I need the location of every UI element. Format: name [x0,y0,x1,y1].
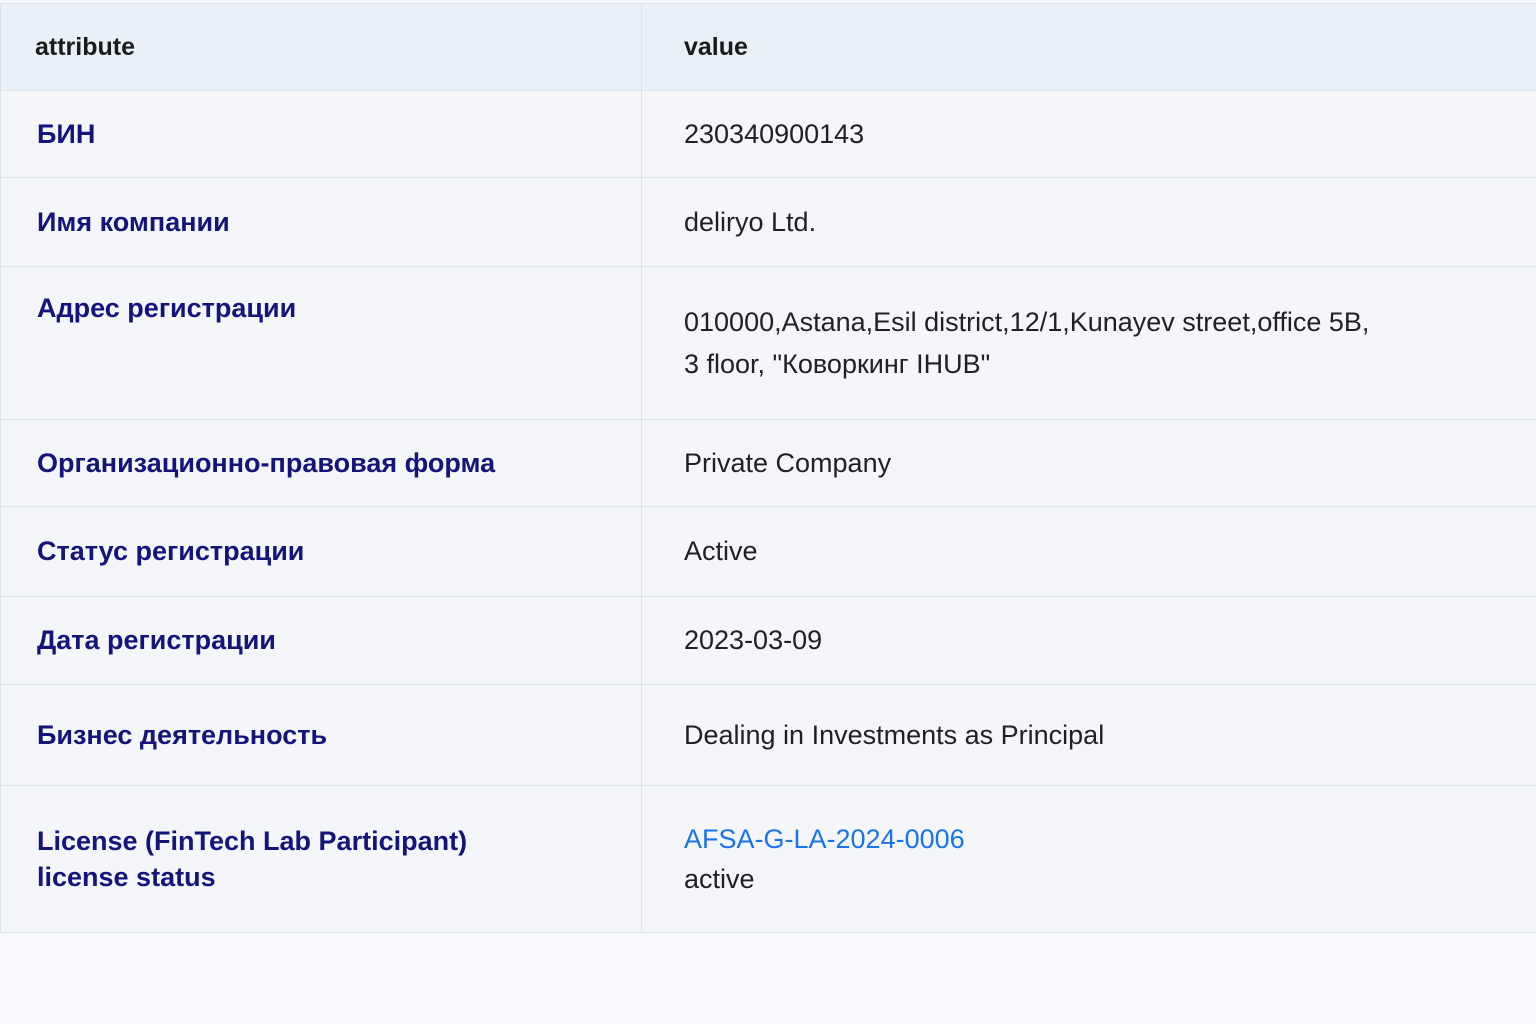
business-activity-label: Бизнес деятельность [0,684,642,786]
address-line-2: 3 floor, "Коворкинг IHUB" [684,349,991,379]
license-label-line-2: license status [37,862,216,892]
license-value: AFSA-G-LA-2024-0006 active [641,785,1536,933]
table-row-business-activity: Бизнес деятельность Dealing in Investmen… [0,684,1536,786]
table-row-company-name: Имя компании deliryo Ltd. [0,177,1536,267]
legal-form-label: Организационно-правовая форма [0,419,642,507]
company-info-table: attribute value БИН 230340900143 Имя ком… [0,3,1536,933]
bin-value: 230340900143 [641,90,1536,178]
header-attribute: attribute [0,3,642,91]
registration-date-value: 2023-03-09 [641,596,1536,685]
business-activity-value: Dealing in Investments as Principal [641,684,1536,786]
license-number-link[interactable]: AFSA-G-LA-2024-0006 [684,819,1536,859]
license-label-line-1: License (FinTech Lab Participant) [37,826,468,856]
table-header-row: attribute value [0,3,1536,91]
registration-status-label: Статус регистрации [0,506,642,597]
address-line-1: 010000,Astana,Esil district,12/1,Kunayev… [684,307,1370,337]
registration-status-value: Active [641,506,1536,597]
company-name-label: Имя компании [0,177,642,267]
table-row-address: Адрес регистрации 010000,Astana,Esil dis… [0,266,1536,420]
company-name-value: deliryo Ltd. [641,177,1536,267]
license-status: active [684,864,755,894]
license-label: License (FinTech Lab Participant) licens… [0,785,642,933]
legal-form-value: Private Company [641,419,1536,507]
registration-date-label: Дата регистрации [0,596,642,685]
address-value: 010000,Astana,Esil district,12/1,Kunayev… [641,266,1536,420]
table-row-license: License (FinTech Lab Participant) licens… [0,785,1536,933]
header-value: value [641,3,1536,91]
bin-label: БИН [0,90,642,178]
table-row-legal-form: Организационно-правовая форма Private Co… [0,419,1536,507]
table-row-bin: БИН 230340900143 [0,90,1536,178]
address-label: Адрес регистрации [0,266,642,420]
page: attribute value БИН 230340900143 Имя ком… [0,0,1536,1024]
table-row-registration-date: Дата регистрации 2023-03-09 [0,596,1536,685]
table-row-registration-status: Статус регистрации Active [0,506,1536,597]
